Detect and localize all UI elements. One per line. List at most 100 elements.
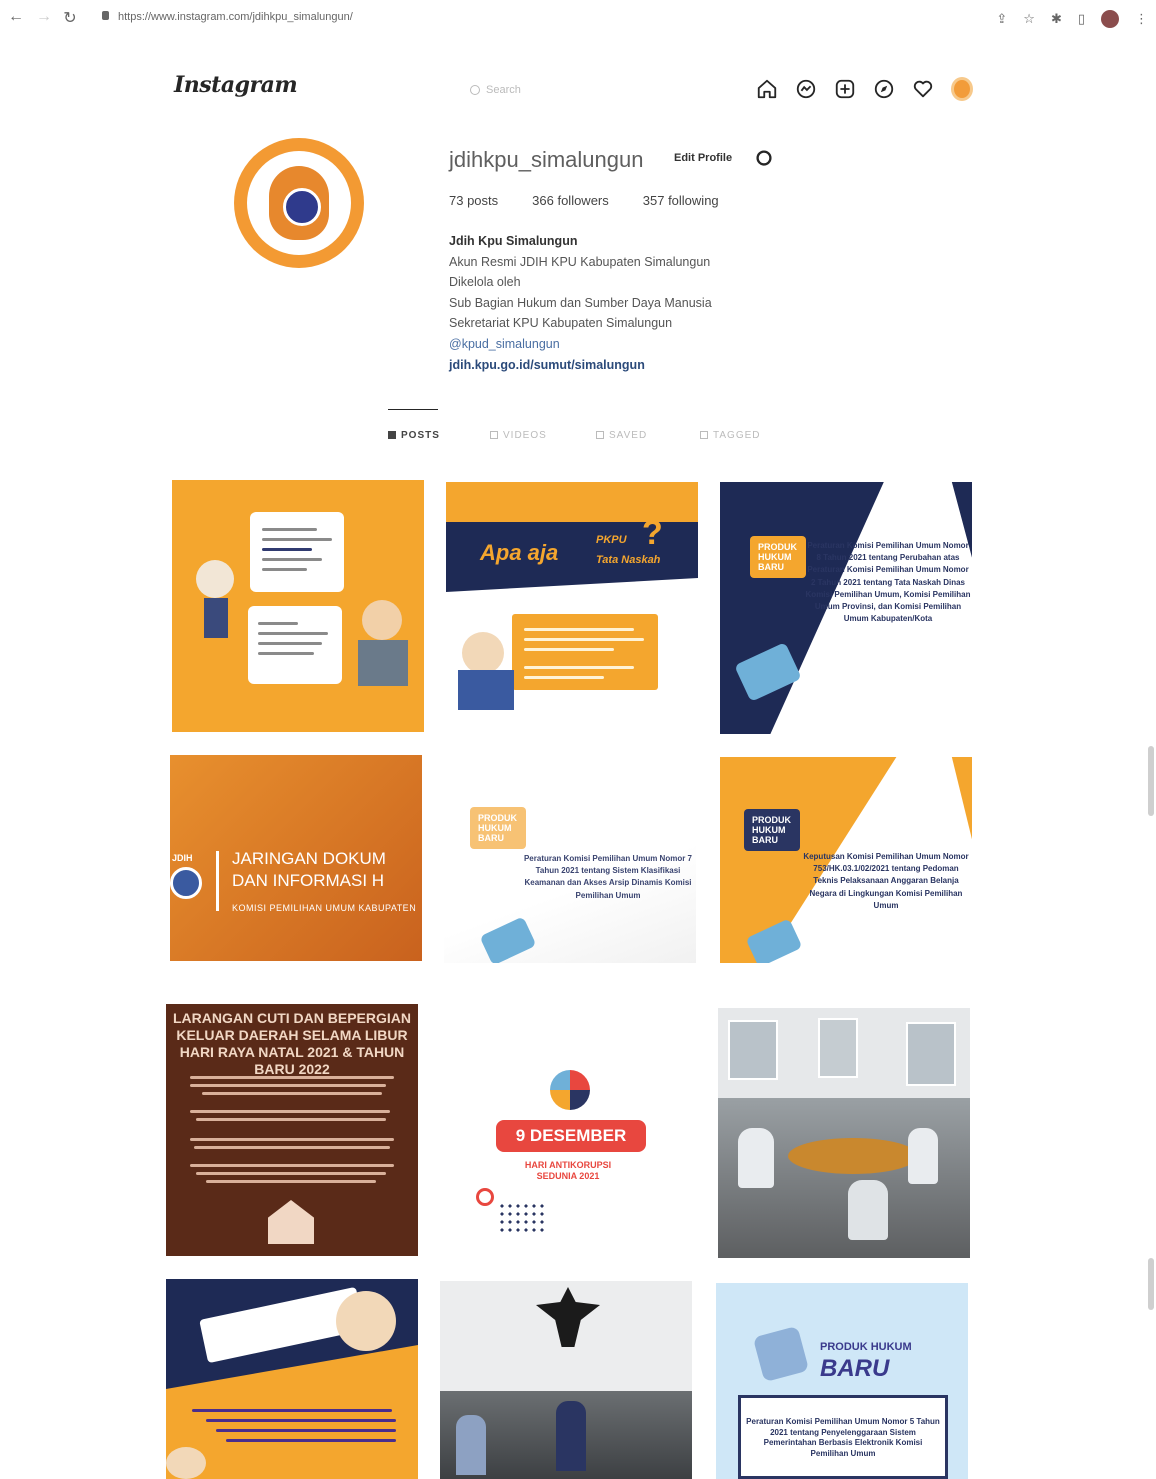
cartoon-face-icon [336,1291,396,1351]
window-photo [728,1020,778,1080]
post-caption-text: Peraturan Komisi Pemilihan Umum Nomor 8 … [805,541,971,624]
antikorupsi-logo-icon [550,1070,590,1110]
messenger-icon[interactable] [795,78,817,100]
cartoon-body-icon [458,670,514,710]
tab-posts[interactable]: POSTS [388,428,490,442]
new-post-icon[interactable] [834,78,856,100]
edit-profile-button[interactable]: Edit Profile [668,148,738,168]
tab-saved[interactable]: SAVED [596,428,700,442]
question-mark-icon: ? [642,514,663,552]
menu-kebab-icon[interactable]: ⋮ [1135,11,1148,27]
post-tile[interactable]: JDIH JARINGAN DOKUM DAN INFORMASI H KOMI… [170,755,422,961]
browser-toolbar: ← → ↻ https://www.instagram.com/jdihkpu_… [0,0,1156,38]
browser-profile-avatar[interactable] [1101,10,1119,28]
post-caption-text: Peraturan Komisi Pemilihan Umum Nomor 7 … [523,854,693,900]
following-count[interactable]: 357 following [643,193,719,208]
produk-hukum-badge: PRODUK HUKUM BARU [470,807,526,849]
person-photo [456,1415,486,1475]
home-icon[interactable] [756,78,778,100]
followers-count[interactable]: 366 followers [532,193,609,208]
post-tile[interactable] [172,480,424,732]
cartoon-body-icon [204,598,228,638]
address-bar[interactable]: https://www.instagram.com/jdihkpu_simalu… [118,11,353,23]
bio-line: Dikelola oleh [449,275,521,290]
post-caption-text: Keputusan Komisi Pemilihan Umum Nomor 75… [803,852,969,910]
cartoon-face-icon [362,600,402,640]
speech-bubble [250,512,344,592]
post-tile[interactable] [440,1281,692,1479]
circle-decoration-icon [476,1188,494,1206]
instagram-logo[interactable]: Instagram [174,72,298,98]
active-tab-indicator [388,409,438,410]
bio-line: Sub Bagian Hukum dan Sumber Daya Manusia [449,295,712,310]
cartoon-face-icon [166,1447,206,1479]
explore-compass-icon[interactable] [873,78,895,100]
bio-handle-link[interactable]: @kpud_simalungun [449,334,712,355]
window-photo [906,1022,956,1086]
post-tile[interactable]: PRODUK HUKUM BARU Peraturan Komisi Pemil… [720,482,972,734]
posts-count: 73 posts [449,193,499,208]
post-title: Apa aja [480,540,559,565]
profile-bio: Jdih Kpu Simalungun Akun Resmi JDIH KPU … [449,231,712,375]
scrollbar-thumb[interactable] [1148,1258,1154,1310]
activity-heart-icon[interactable] [912,78,934,100]
search-placeholder: Search [486,84,521,96]
bio-line: Sekretariat KPU Kabupaten Simalungun [449,316,673,331]
forward-arrow-icon[interactable]: → [34,8,54,26]
cartoon-body-icon [358,640,408,686]
dot-pattern [498,1202,548,1236]
produk-hukum-badge: PRODUK HUKUM BARU [750,536,806,578]
sidebar-icon[interactable]: ▯ [1078,11,1085,27]
post-tile[interactable] [166,1279,418,1479]
tag-person-icon [700,431,708,439]
speech-bubble [248,606,342,684]
person-photo [738,1128,774,1188]
tab-tagged-label: TAGGED [713,429,761,441]
post-title: DAN INFORMASI H [232,871,385,890]
jdih-logo-icon [269,166,329,240]
bookmark-icon [596,431,604,439]
settings-gear-icon[interactable] [753,147,775,169]
scrollbar-thumb[interactable] [1148,746,1154,816]
profile-avatar-nav[interactable] [951,77,973,101]
post-tile[interactable]: LARANGAN CUTI DAN BEPERGIAN KELUAR DAERA… [166,1004,418,1256]
post-tile[interactable]: PRODUK HUKUM BARU Peraturan Komisi Pemil… [444,757,696,963]
post-subtitle: HARI ANTIKORUPSI [524,1160,612,1170]
window-photo [818,1018,858,1078]
globe-logo-icon [170,867,202,899]
post-title: LARANGAN CUTI DAN BEPERGIAN KELUAR DAERA… [166,1010,418,1078]
back-arrow-icon[interactable]: ← [6,8,26,26]
tab-tagged[interactable]: TAGGED [700,428,800,442]
top-nav-icons [756,77,973,101]
post-tile[interactable] [718,1008,970,1258]
reload-icon[interactable]: ↻ [60,8,80,28]
post-tile[interactable]: 9 DESEMBER HARI ANTIKORUPSI SEDUNIA 2021 [442,1006,694,1256]
produk-hukum-badge: PRODUK HUKUM BARU [744,809,800,851]
jdih-logo-text: JDIH [172,853,193,863]
bio-website-link[interactable]: jdih.kpu.go.id/sumut/simalungun [449,355,712,376]
post-title: BARU [820,1355,890,1382]
post-tile[interactable]: PRODUK HUKUM BARU Peraturan Komisi Pemil… [716,1283,968,1479]
profile-tabs: POSTS VIDEOS SAVED TAGGED [388,428,800,442]
search-icon [470,85,480,95]
tab-saved-label: SAVED [609,429,648,441]
post-title: JARINGAN DOKUM [232,849,386,868]
cartoon-face-icon [196,560,234,598]
lock-icon [102,11,109,20]
extensions-icon[interactable]: ✱ [1051,11,1062,27]
tab-posts-label: POSTS [401,429,440,441]
share-icon[interactable]: ⇪ [996,11,1007,27]
post-tile[interactable]: PRODUK HUKUM BARU Keputusan Komisi Pemil… [720,757,972,963]
tab-videos[interactable]: VIDEOS [490,428,596,442]
post-tile[interactable]: Apa aja PKPU Tata Naskah ? [446,482,698,732]
bookmark-star-icon[interactable]: ☆ [1023,11,1035,27]
post-subtitle: PKPU [596,534,627,546]
meeting-table [788,1138,918,1174]
profile-stats: 73 posts 366 followers 357 following [449,193,719,208]
post-subtitle: KOMISI PEMILIHAN UMUM KABUPATEN [232,903,417,913]
search-input[interactable]: Search [470,80,560,100]
profile-picture[interactable] [234,138,364,268]
grid-icon [388,431,396,439]
profile-username: jdihkpu_simalungun [449,147,644,172]
post-caption-text: Peraturan Komisi Pemilihan Umum Nomor 5 … [746,1417,940,1458]
